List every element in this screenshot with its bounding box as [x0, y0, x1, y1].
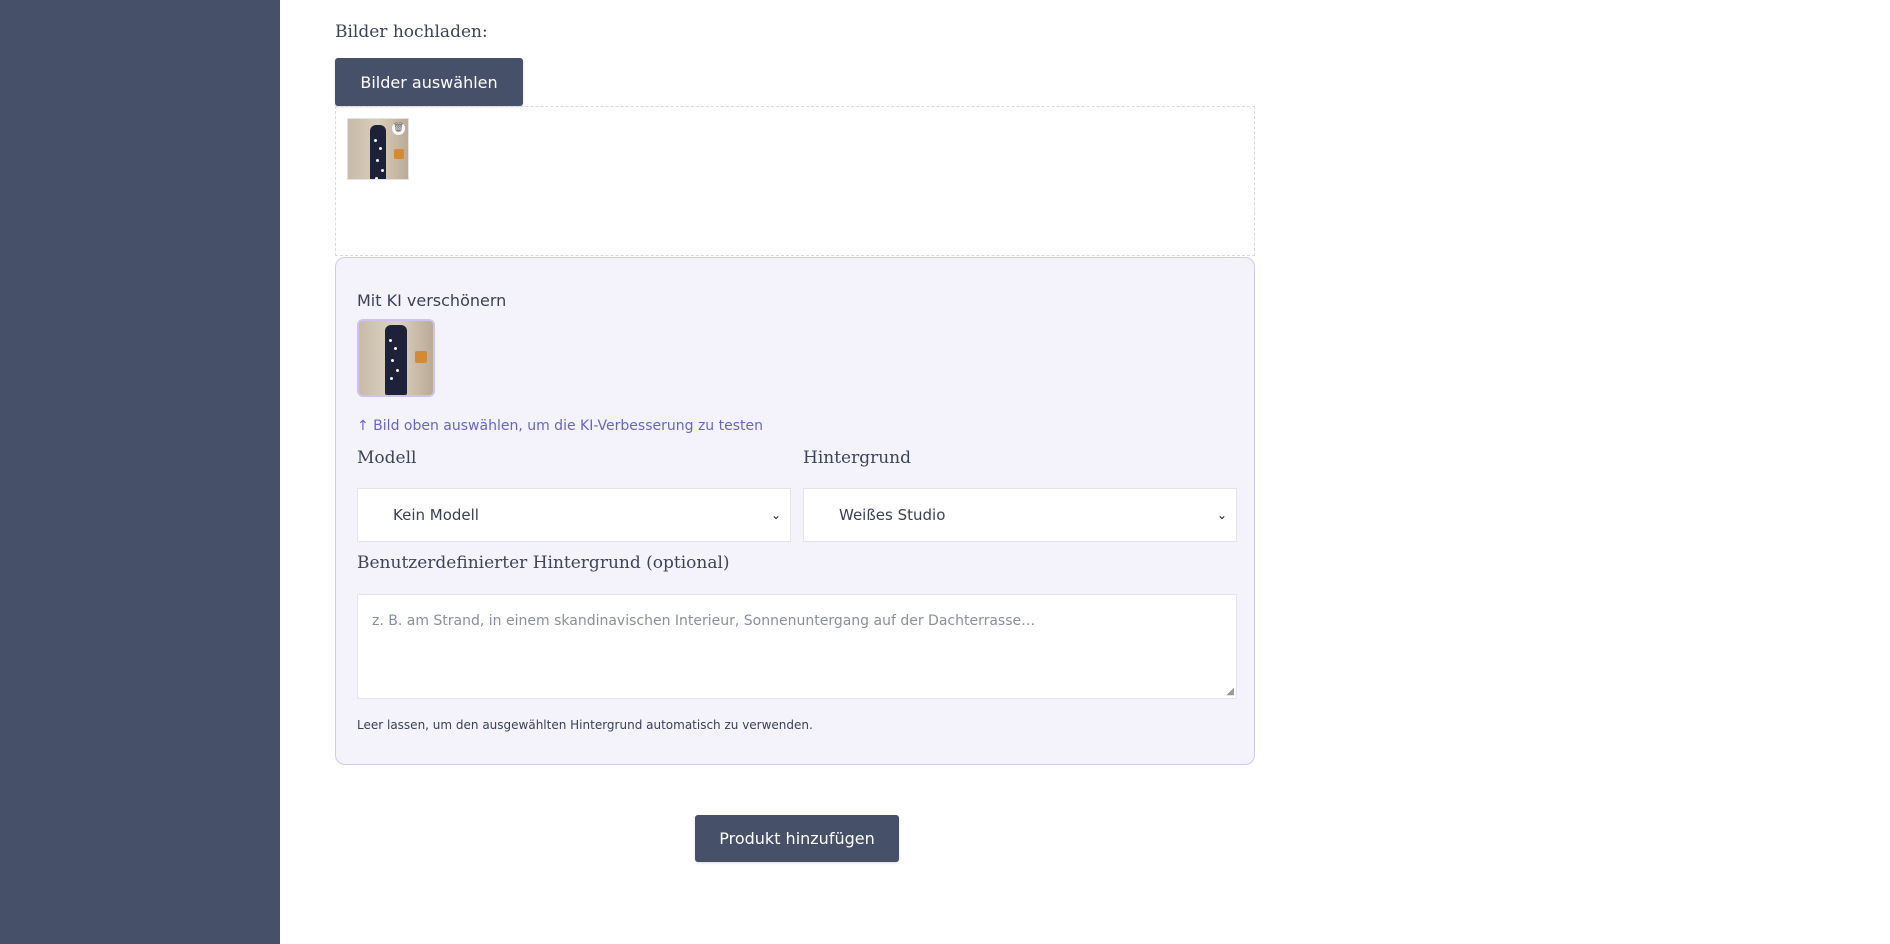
ai-enhance-panel: Mit KI verschönern ↑ Bild oben auswählen…: [335, 257, 1255, 765]
resize-handle-icon[interactable]: ◢: [1226, 687, 1234, 697]
custom-background-placeholder: z. B. am Strand, in einem skandinavische…: [372, 613, 1036, 629]
chevron-down-icon: ⌄: [770, 508, 782, 522]
custom-background-helper-text: Leer lassen, um den ausgewählten Hinterg…: [357, 718, 813, 732]
image-dropzone[interactable]: 🗑: [335, 106, 1255, 256]
background-label: Hintergrund: [803, 448, 912, 468]
background-select-value: Weißes Studio: [839, 506, 946, 524]
custom-background-label: Benutzerdefinierter Hintergrund (optiona…: [357, 553, 730, 573]
upload-images-label: Bilder hochladen:: [335, 22, 488, 42]
model-label: Modell: [357, 448, 417, 468]
custom-background-textarea[interactable]: z. B. am Strand, in einem skandinavische…: [357, 594, 1237, 699]
product-form: Bilder hochladen: Bilder auswählen 🗑 Mit…: [335, 0, 1257, 944]
ai-panel-title: Mit KI verschönern: [357, 291, 507, 310]
dress-image: [385, 325, 407, 395]
model-select-value: Kein Modell: [393, 506, 479, 524]
uploaded-image-thumbnail[interactable]: 🗑: [347, 118, 409, 180]
sidebar: [0, 0, 280, 944]
ai-image-thumbnail[interactable]: [357, 319, 435, 397]
trash-icon[interactable]: 🗑: [392, 122, 405, 135]
dress-image: [370, 125, 386, 179]
bag-image: [415, 351, 427, 363]
background-select[interactable]: Weißes Studio ⌄: [803, 488, 1237, 542]
model-select[interactable]: Kein Modell ⌄: [357, 488, 791, 542]
add-product-button[interactable]: Produkt hinzufügen: [695, 815, 899, 862]
chevron-down-icon: ⌄: [1216, 508, 1228, 522]
bag-image: [394, 149, 404, 159]
ai-hint-text: ↑ Bild oben auswählen, um die KI-Verbess…: [357, 418, 763, 434]
select-images-button[interactable]: Bilder auswählen: [335, 58, 523, 106]
